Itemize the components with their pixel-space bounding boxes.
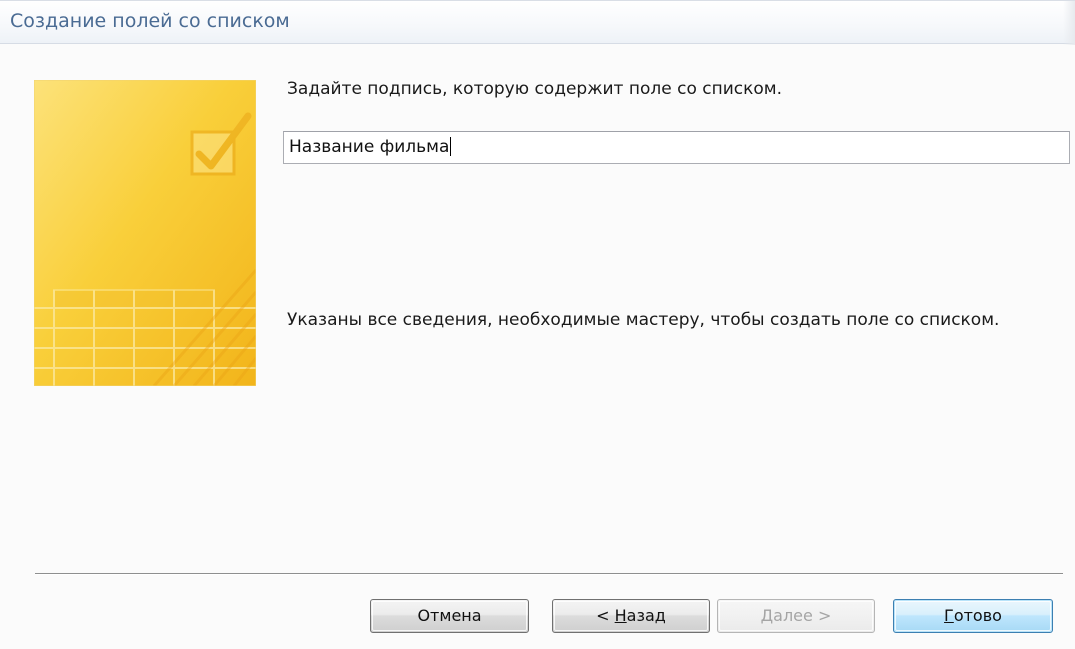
combo-box-wizard-dialog: Создание полей со списком Задайте подпис… <box>0 0 1075 649</box>
caption-input[interactable]: Название фильма <box>283 131 1070 164</box>
finish-button-accel: Г <box>944 606 954 625</box>
back-button[interactable]: < Назад <box>552 599 710 633</box>
caption-input-value: Название фильма <box>289 137 450 157</box>
next-button[interactable]: Далее > <box>717 599 875 633</box>
checkbox-table-illustration-icon <box>34 80 256 386</box>
next-button-label: алее > <box>773 606 832 625</box>
window-title: Создание полей со списком <box>10 10 290 32</box>
title-bar-edge <box>1063 1 1075 45</box>
next-button-accel: Д <box>760 606 774 625</box>
finish-button[interactable]: Готово <box>893 599 1053 633</box>
cancel-button-label: Отмена <box>417 606 482 625</box>
back-button-label: азад <box>626 606 666 625</box>
title-bar: Создание полей со списком <box>0 0 1075 45</box>
caption-prompt-label: Задайте подпись, которую содержит поле с… <box>287 79 783 99</box>
back-button-prefix: < <box>596 606 615 625</box>
button-separator <box>35 573 1063 575</box>
back-button-accel: Н <box>614 606 627 625</box>
cancel-button[interactable]: Отмена <box>370 599 529 633</box>
text-caret <box>450 137 452 156</box>
finish-button-label: отово <box>953 606 1002 625</box>
wizard-info-text: Указаны все сведения, необходимые мастер… <box>287 310 1000 330</box>
